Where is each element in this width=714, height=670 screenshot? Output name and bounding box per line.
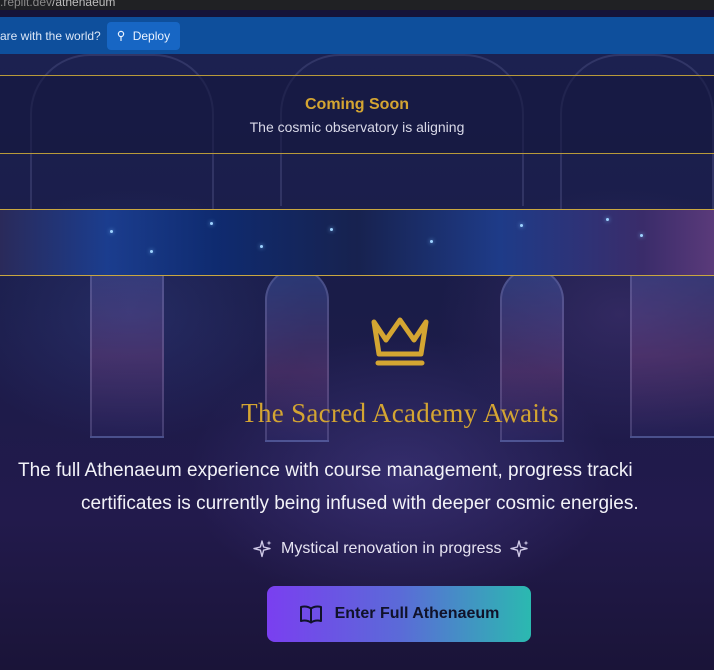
coming-soon-title: Coming Soon <box>305 96 409 113</box>
academy-scene: Coming Soon The cosmic observatory is al… <box>0 54 714 670</box>
book-open-icon <box>299 605 322 624</box>
star <box>210 222 213 225</box>
coming-soon-panel: Coming Soon The cosmic observatory is al… <box>0 75 714 154</box>
browser-url-bar[interactable]: .replit.dev/athenaeum <box>0 0 714 10</box>
description: The full Athenaeum experience with cours… <box>18 454 714 520</box>
description-line-2: certificates is currently being infused … <box>81 493 639 514</box>
progress-text: Mystical renovation in progress <box>281 540 502 557</box>
star <box>430 240 433 243</box>
enter-athenaeum-button[interactable]: Enter Full Athenaeum <box>267 586 531 642</box>
description-line-1: The full Athenaeum experience with cours… <box>18 460 633 481</box>
coming-soon-subtitle: The cosmic observatory is aligning <box>249 119 465 135</box>
star <box>520 224 523 227</box>
star <box>330 228 333 231</box>
url-path: /athenaeum <box>52 0 116 9</box>
sparkle-icon <box>253 540 272 558</box>
star <box>110 230 113 233</box>
crown-icon <box>371 317 429 366</box>
page-heading: The Sacred Academy Awaits <box>241 398 559 428</box>
deploy-icon <box>117 30 124 41</box>
enter-button-label: Enter Full Athenaeum <box>334 605 500 622</box>
deploy-button[interactable]: Deploy <box>106 21 181 50</box>
star <box>260 245 263 248</box>
star <box>606 218 609 221</box>
url-host: .replit.dev <box>0 0 53 9</box>
observatory-image-strip <box>0 209 714 276</box>
star <box>150 250 153 253</box>
star <box>640 234 643 237</box>
sparkle-icon <box>509 540 529 558</box>
deploy-label: Deploy <box>132 28 171 43</box>
url-text[interactable]: .replit.dev/athenaeum <box>0 0 115 9</box>
progress-status: Mystical renovation in progress <box>253 539 530 559</box>
banner-prompt: are with the world? <box>0 28 101 43</box>
replit-banner: are with the world? Deploy <box>0 17 714 54</box>
